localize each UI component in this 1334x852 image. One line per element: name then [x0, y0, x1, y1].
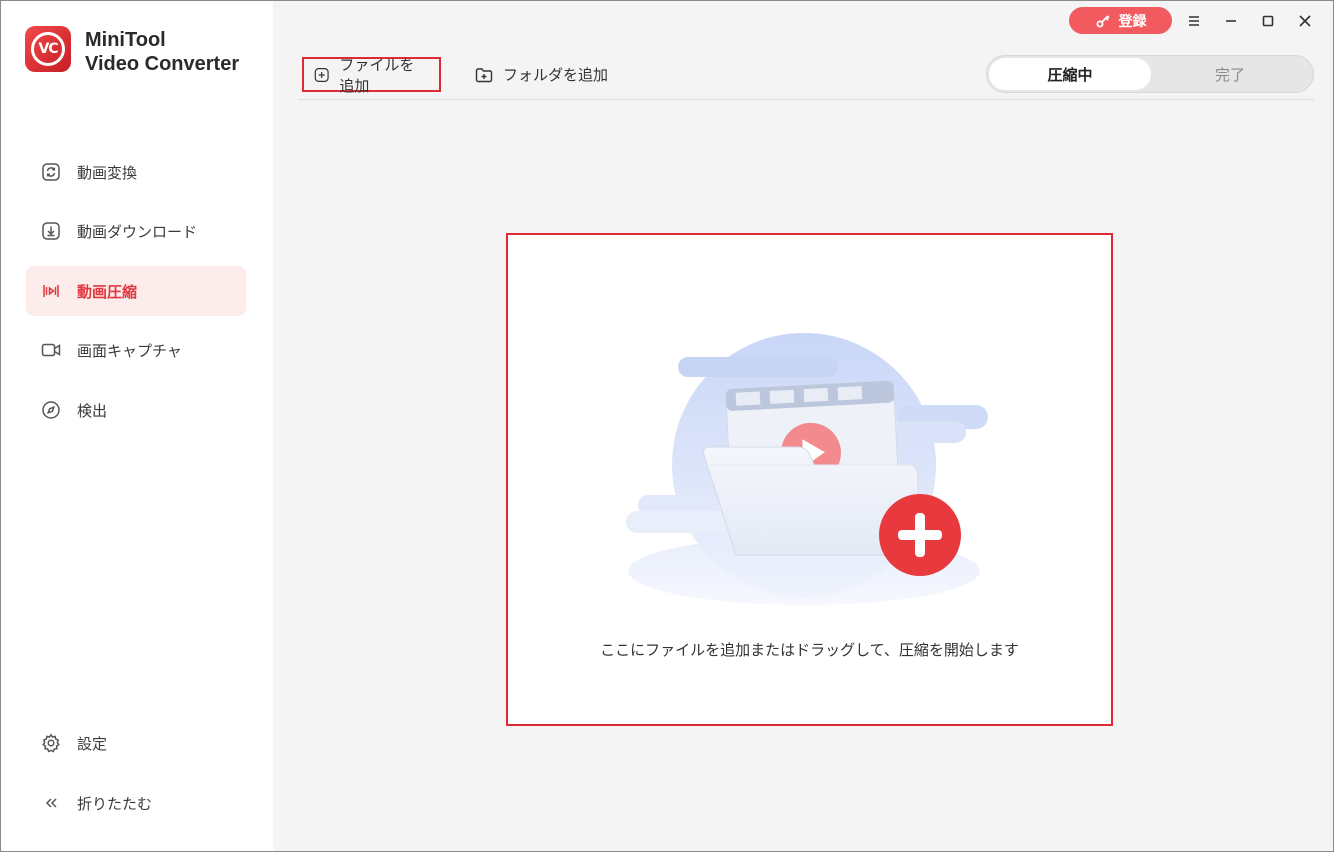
logo-text: VC	[31, 32, 65, 66]
plus-square-icon	[314, 67, 329, 82]
sidebar-collapse-button[interactable]: 折りたたむ	[26, 778, 246, 828]
compass-icon	[40, 399, 62, 421]
sidebar: VC MiniTool Video Converter 動画変換 動画ダウンロー…	[1, 1, 273, 851]
close-button[interactable]	[1293, 9, 1317, 33]
add-folder-button[interactable]: フォルダを追加	[465, 57, 618, 92]
key-icon	[1096, 14, 1110, 27]
minimize-button[interactable]	[1219, 9, 1243, 33]
refresh-icon	[40, 161, 62, 183]
app-logo: VC	[25, 26, 71, 72]
minimize-icon	[1226, 20, 1236, 22]
folder-plus-icon	[475, 67, 493, 82]
sidebar-item-label: 動画変換	[77, 163, 138, 182]
download-icon	[40, 220, 62, 242]
sidebar-item-screen-capture[interactable]: 画面キャプチャ	[26, 325, 246, 375]
status-tabs: 圧縮中 完了	[986, 55, 1314, 93]
tab-done[interactable]: 完了	[1149, 58, 1311, 90]
drop-illustration	[618, 325, 988, 615]
app-title: MiniTool Video Converter	[85, 28, 239, 76]
sidebar-item-label: 折りたたむ	[77, 794, 153, 813]
sidebar-item-settings[interactable]: 設定	[26, 718, 246, 768]
compress-icon	[40, 280, 62, 302]
toolbar-divider	[298, 99, 1314, 100]
maximize-icon	[1262, 15, 1274, 27]
sidebar-item-label: 画面キャプチャ	[77, 341, 182, 360]
app-title-line2: Video Converter	[85, 53, 240, 75]
chevron-double-left-icon	[40, 792, 62, 814]
drop-hint: ここにファイルを追加またはドラッグして、圧縮を開始します	[600, 641, 1019, 659]
app-title-line1: MiniTool	[85, 29, 166, 51]
menu-button[interactable]	[1182, 9, 1206, 33]
app-window: VC MiniTool Video Converter 動画変換 動画ダウンロー…	[0, 0, 1334, 852]
video-camera-icon	[40, 339, 62, 361]
gear-icon	[40, 732, 62, 754]
sidebar-item-label: 設定	[77, 734, 108, 753]
add-file-label: ファイルを追加	[339, 55, 415, 95]
menu-icon	[1189, 16, 1199, 26]
sidebar-item-label: 検出	[77, 401, 108, 420]
close-icon	[1299, 15, 1311, 27]
sidebar-item-label: 動画圧縮	[77, 282, 138, 301]
add-folder-label: フォルダを追加	[503, 66, 609, 84]
tab-compressing[interactable]: 圧縮中	[989, 58, 1151, 90]
sidebar-item-video-compress[interactable]: 動画圧縮	[26, 266, 246, 316]
add-file-button[interactable]: ファイルを追加	[302, 56, 441, 95]
drop-zone[interactable]: ここにファイルを追加またはドラッグして、圧縮を開始します	[506, 233, 1113, 726]
sidebar-item-video-convert[interactable]: 動画変換	[26, 147, 246, 197]
register-button[interactable]: 登録	[1069, 7, 1172, 34]
register-label: 登録	[1118, 13, 1147, 30]
sidebar-item-discover[interactable]: 検出	[26, 385, 246, 435]
sidebar-item-label: 動画ダウンロード	[77, 222, 198, 241]
sidebar-item-video-download[interactable]: 動画ダウンロード	[26, 206, 246, 256]
maximize-button[interactable]	[1256, 9, 1280, 33]
